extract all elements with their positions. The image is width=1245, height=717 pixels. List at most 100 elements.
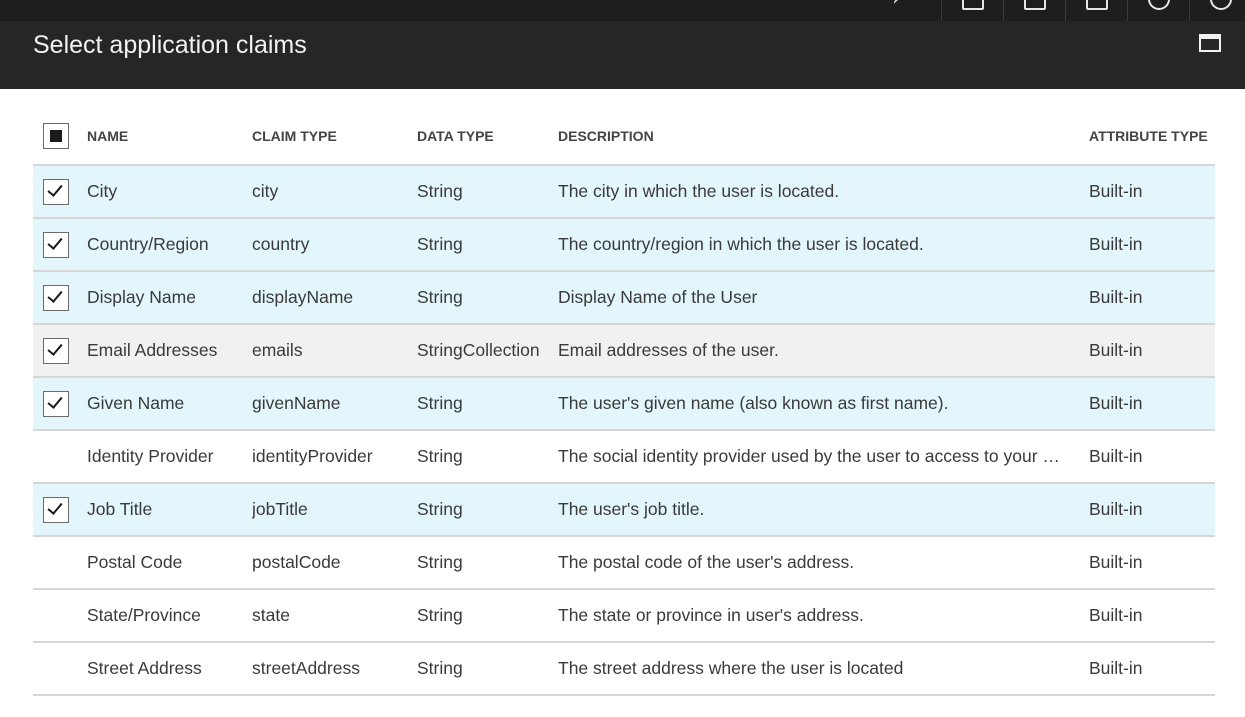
cell-description-text: The state or province in user's address. <box>558 605 864 625</box>
checkmark-icon <box>47 180 63 197</box>
checkmark-icon <box>47 286 63 303</box>
table-row[interactable]: Postal Code postalCode String The postal co… <box>33 537 1215 590</box>
feedback-icon <box>1086 0 1108 10</box>
cell-data-type: String <box>417 552 463 572</box>
cell-attribute-type: Built-in <box>1089 234 1143 254</box>
checkmark-icon <box>47 498 63 515</box>
cell-description: The street address where the user is loc… <box>558 643 1073 694</box>
help-button[interactable] <box>1127 0 1189 21</box>
cell-data-type: String <box>417 287 463 307</box>
claims-table: NAME CLAIM TYPE DATA TYPE DESCRIPTION AT… <box>33 108 1215 696</box>
cell-claim-type: emails <box>252 340 303 360</box>
table-row[interactable]: Country/Region country String The country/r… <box>33 219 1215 272</box>
table-row[interactable]: Street Address streetAddress String The str… <box>33 643 1215 696</box>
cell-description: The state or province in user's address. <box>558 590 1073 641</box>
table-row[interactable]: Identity Provider identityProvider String T… <box>33 431 1215 484</box>
cell-attribute-type: Built-in <box>1089 393 1143 413</box>
cell-name: State/Province <box>87 605 201 625</box>
cell-description: Display Name of the User <box>558 272 1073 323</box>
cell-description-text: The user's given name (also known as fir… <box>558 393 949 413</box>
cell-claim-type: displayName <box>252 287 354 307</box>
cell-name: Given Name <box>87 393 185 413</box>
row-checkbox[interactable] <box>43 284 69 311</box>
cell-claim-type: jobTitle <box>252 499 308 519</box>
cell-description: The country/region in which the user is … <box>558 219 1073 270</box>
cell-name: City <box>87 181 118 201</box>
column-header-description[interactable]: DESCRIPTION <box>558 108 1073 164</box>
row-checkbox[interactable] <box>43 390 69 417</box>
cell-description: The postal code of the user's address. <box>558 537 1073 588</box>
cell-data-type: String <box>417 234 463 254</box>
notifications-icon <box>1024 0 1046 10</box>
cell-description-text: The street address where the user is loc… <box>558 658 904 678</box>
cell-description: The user's job title. <box>558 484 1073 535</box>
cell-data-type: String <box>417 499 463 519</box>
cell-attribute-type: Built-in <box>1089 446 1143 466</box>
cell-description: Email addresses of the user. <box>558 325 1073 376</box>
settings-icon <box>962 0 984 10</box>
breadcrumb-chevron-icon[interactable]: › <box>892 0 901 11</box>
table-row[interactable]: Job Title jobTitle String The user's job ti… <box>33 484 1215 537</box>
cell-data-type: StringCollection <box>417 340 540 360</box>
cell-claim-type: postalCode <box>252 552 341 572</box>
cell-description-text: The social identity provider used by the… <box>558 446 1060 466</box>
cell-data-type: String <box>417 658 463 678</box>
partial-select-icon <box>50 130 62 142</box>
checkmark-icon <box>47 233 63 250</box>
cell-claim-type: city <box>252 181 279 201</box>
cell-description-text: The postal code of the user's address. <box>558 552 855 572</box>
cell-description: The user's given name (also known as fir… <box>558 378 1073 429</box>
cell-name: Country/Region <box>87 234 209 254</box>
account-button[interactable] <box>1189 0 1245 21</box>
table-row[interactable]: State/Province state String The state or pr… <box>33 590 1215 643</box>
cell-name: Identity Provider <box>87 446 214 466</box>
cell-attribute-type: Built-in <box>1089 181 1143 201</box>
table-row[interactable]: Email Addresses emails StringCollection Ema… <box>33 325 1215 378</box>
blade-header: Select application claims <box>0 21 1245 89</box>
table-row[interactable]: Given Name givenName String The user's give… <box>33 378 1215 431</box>
page-title: Select application claims <box>33 31 307 59</box>
cell-claim-type: country <box>252 234 310 254</box>
cell-description-text: Display Name of the User <box>558 287 758 307</box>
cell-description: The social identity provider used by the… <box>558 431 1073 482</box>
row-checkbox[interactable] <box>43 178 69 205</box>
cell-attribute-type: Built-in <box>1089 605 1143 625</box>
maximize-icon[interactable] <box>1199 34 1221 52</box>
column-header-name[interactable]: NAME <box>87 108 247 164</box>
cell-name: Job Title <box>87 499 153 519</box>
cell-description-text: Email addresses of the user. <box>558 340 779 360</box>
row-checkbox[interactable] <box>43 231 69 258</box>
cell-data-type: String <box>417 393 463 413</box>
cell-description-text: The city in which the user is located. <box>558 181 840 201</box>
account-icon <box>1210 0 1232 10</box>
cell-name: Postal Code <box>87 552 183 572</box>
row-checkbox[interactable] <box>43 496 69 523</box>
cell-description: The city in which the user is located. <box>558 166 1073 217</box>
cell-attribute-type: Built-in <box>1089 658 1143 678</box>
table-header-row: NAME CLAIM TYPE DATA TYPE DESCRIPTION AT… <box>33 108 1215 166</box>
cell-claim-type: givenName <box>252 393 341 413</box>
column-header-attribute-type[interactable]: ATTRIBUTE TYPE <box>1089 108 1215 164</box>
cell-claim-type: state <box>252 605 290 625</box>
select-all-checkbox[interactable] <box>43 123 69 149</box>
checkmark-icon <box>47 339 63 356</box>
column-header-data-type[interactable]: DATA TYPE <box>417 108 557 164</box>
cell-description-text: The user's job title. <box>558 499 705 519</box>
table-row[interactable]: City city String The city in which the user… <box>33 166 1215 219</box>
table-row[interactable]: Display Name displayName String Display Nam… <box>33 272 1215 325</box>
cell-name: Email Addresses <box>87 340 218 360</box>
top-navigation-bar: › <box>0 0 1245 21</box>
feedback-button[interactable] <box>1065 0 1127 21</box>
checkmark-icon <box>47 392 63 409</box>
help-icon <box>1148 0 1170 10</box>
cell-data-type: String <box>417 181 463 201</box>
notifications-button[interactable] <box>1003 0 1065 21</box>
cell-data-type: String <box>417 605 463 625</box>
cell-attribute-type: Built-in <box>1089 287 1143 307</box>
cell-description-text: The country/region in which the user is … <box>558 234 924 254</box>
settings-button[interactable] <box>941 0 1003 21</box>
cell-attribute-type: Built-in <box>1089 499 1143 519</box>
column-header-claim-type[interactable]: CLAIM TYPE <box>252 108 412 164</box>
row-checkbox[interactable] <box>43 337 69 364</box>
cell-data-type: String <box>417 446 463 466</box>
